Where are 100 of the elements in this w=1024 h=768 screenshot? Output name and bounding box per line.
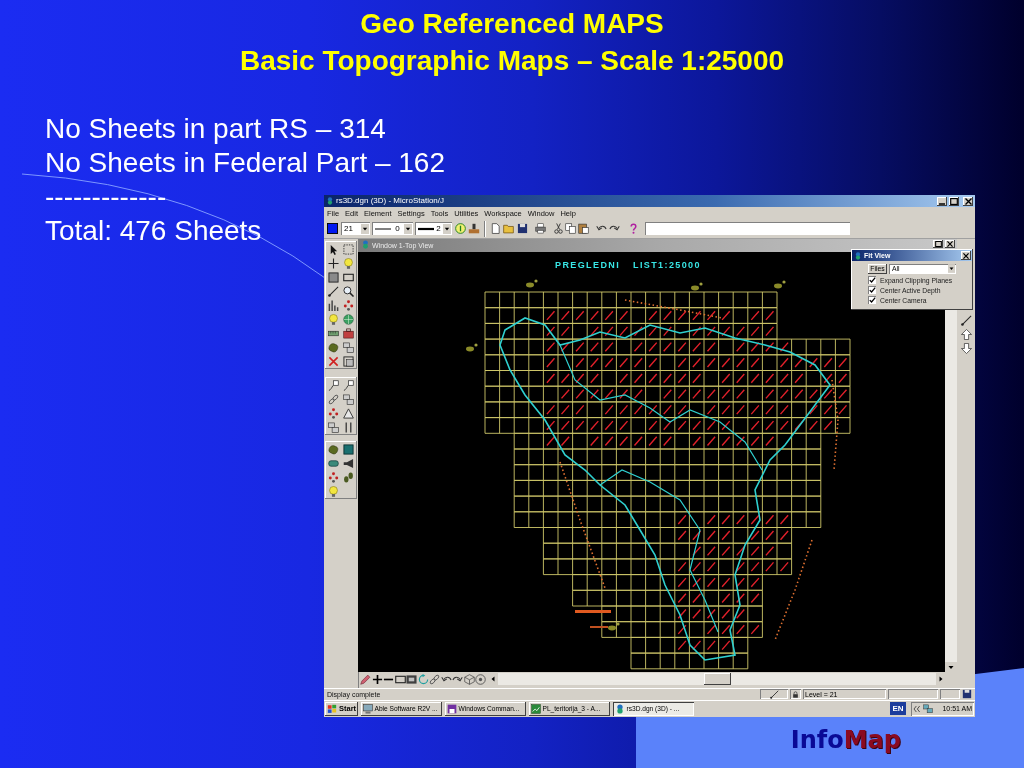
map-title: PREGLEDNI LIST1:25000: [555, 260, 701, 270]
close-button[interactable]: [961, 251, 971, 260]
blob-icon[interactable]: [328, 341, 339, 353]
checkbox[interactable]: [868, 296, 876, 304]
delete-icon[interactable]: [328, 355, 339, 367]
app-icon: [326, 197, 334, 205]
logo: InfoMap: [790, 725, 901, 755]
paste-icon[interactable]: [578, 223, 589, 234]
line-style-icon: [375, 226, 391, 231]
scrollbar-thumb[interactable]: [703, 673, 731, 685]
line-icon[interactable]: [960, 315, 972, 326]
line-weight-icon: [418, 226, 434, 231]
slide-title: Geo Referenced MAPS: [360, 7, 664, 41]
slide-subtitle: Basic Topographic Maps – Scale 1:25000: [239, 44, 785, 78]
pencil-icon[interactable]: [360, 673, 371, 685]
megaphone-icon[interactable]: [343, 457, 354, 469]
computer-icon: [363, 703, 373, 714]
color-swatch-icon[interactable]: [327, 223, 338, 234]
curve-icon[interactable]: [328, 379, 339, 391]
stack-icon[interactable]: [343, 393, 354, 405]
lightbulb-icon[interactable]: [343, 257, 354, 269]
cube-icon[interactable]: [463, 673, 475, 685]
cut-icon[interactable]: [553, 223, 564, 234]
panel-icon[interactable]: [343, 443, 354, 455]
blob-icon[interactable]: [328, 443, 339, 455]
caret-icon: [948, 264, 955, 273]
lightbulb-icon[interactable]: [328, 313, 339, 325]
up-arrow-icon[interactable]: [960, 329, 972, 340]
body-text: No Sheets in Federal Part – 162: [45, 146, 445, 180]
plus-icon[interactable]: [371, 673, 383, 685]
dots-icon[interactable]: [328, 407, 339, 419]
maximize-icon: [950, 197, 958, 205]
close-button[interactable]: [963, 196, 973, 206]
zoom-icon[interactable]: [343, 285, 354, 297]
pointer-icon[interactable]: [328, 243, 339, 255]
checkbox[interactable]: [868, 276, 876, 284]
chart-icon: [531, 703, 541, 714]
line-weight-dropdown[interactable]: 2: [415, 222, 452, 235]
minimize-button[interactable]: [937, 196, 947, 206]
chain-icon[interactable]: [328, 393, 339, 405]
horizontal-scrollbar[interactable]: [487, 673, 946, 685]
frame-icon[interactable]: [343, 355, 354, 367]
app-icon: [615, 703, 625, 714]
body-text: -------------: [45, 180, 167, 214]
app-icon: [854, 251, 862, 260]
body-text: No Sheets in part RS – 314: [45, 112, 386, 146]
save-icon[interactable]: [962, 689, 972, 699]
wheel-icon[interactable]: [475, 673, 486, 685]
triangle-icon[interactable]: [343, 407, 354, 419]
body-text: Total: 476 Sheets: [45, 214, 262, 248]
down-arrow-icon[interactable]: [960, 343, 972, 354]
network-icon[interactable]: [923, 703, 933, 714]
fit-view-icon[interactable]: [406, 673, 417, 685]
close-icon: [947, 241, 953, 247]
maximize-icon: [934, 241, 942, 247]
flag-icon: [327, 703, 337, 714]
app-icon: [361, 240, 370, 249]
color-dropdown[interactable]: 21: [341, 222, 370, 235]
square-icon[interactable]: [328, 271, 339, 283]
language-indicator[interactable]: EN: [890, 702, 906, 715]
bar-chart-icon[interactable]: [328, 299, 339, 311]
status-field: [888, 689, 938, 699]
close-button[interactable]: [945, 240, 955, 248]
dots-icon[interactable]: [328, 471, 339, 483]
ring-icon[interactable]: [455, 223, 466, 234]
rounded-rectangle-icon[interactable]: [328, 457, 339, 469]
maximize-button[interactable]: [949, 196, 959, 206]
rectangle-icon[interactable]: [394, 673, 406, 685]
line-icon[interactable]: [328, 285, 339, 297]
curve-icon[interactable]: [343, 379, 354, 391]
window-title: rs3D.dgn (3D) - MicroStation/J: [336, 195, 445, 207]
chevron-icon[interactable]: [913, 704, 921, 713]
close-icon: [964, 197, 972, 205]
rectangle-icon[interactable]: [343, 271, 354, 283]
chain-icon[interactable]: [429, 673, 440, 685]
parallel-lines-icon[interactable]: [343, 421, 354, 433]
dots-icon[interactable]: [343, 299, 354, 311]
new-file-icon[interactable]: [490, 223, 501, 234]
save-icon[interactable]: [517, 223, 528, 234]
line-icon: [769, 689, 779, 699]
stamp-icon[interactable]: [468, 222, 480, 235]
caret-icon: [404, 223, 412, 234]
checkbox[interactable]: [868, 286, 876, 294]
lightbulb-icon[interactable]: [328, 485, 339, 497]
footprint-icon[interactable]: [343, 471, 354, 483]
caret-icon: [443, 223, 451, 234]
key-in-field[interactable]: [645, 222, 850, 235]
line-style-dropdown[interactable]: 0: [372, 222, 413, 235]
stack-icon[interactable]: [343, 341, 354, 353]
maximize-button[interactable]: [933, 240, 943, 248]
stack-icon[interactable]: [328, 421, 339, 433]
toolbox-icon[interactable]: [343, 327, 354, 339]
crosshair-icon[interactable]: [328, 257, 339, 269]
print-icon[interactable]: [535, 223, 546, 234]
help-icon[interactable]: [628, 223, 639, 234]
status-field: [940, 689, 960, 699]
caret-icon: [361, 223, 369, 234]
close-icon: [963, 252, 969, 259]
floppy-icon: [447, 703, 457, 714]
copy-icon[interactable]: [565, 223, 576, 234]
